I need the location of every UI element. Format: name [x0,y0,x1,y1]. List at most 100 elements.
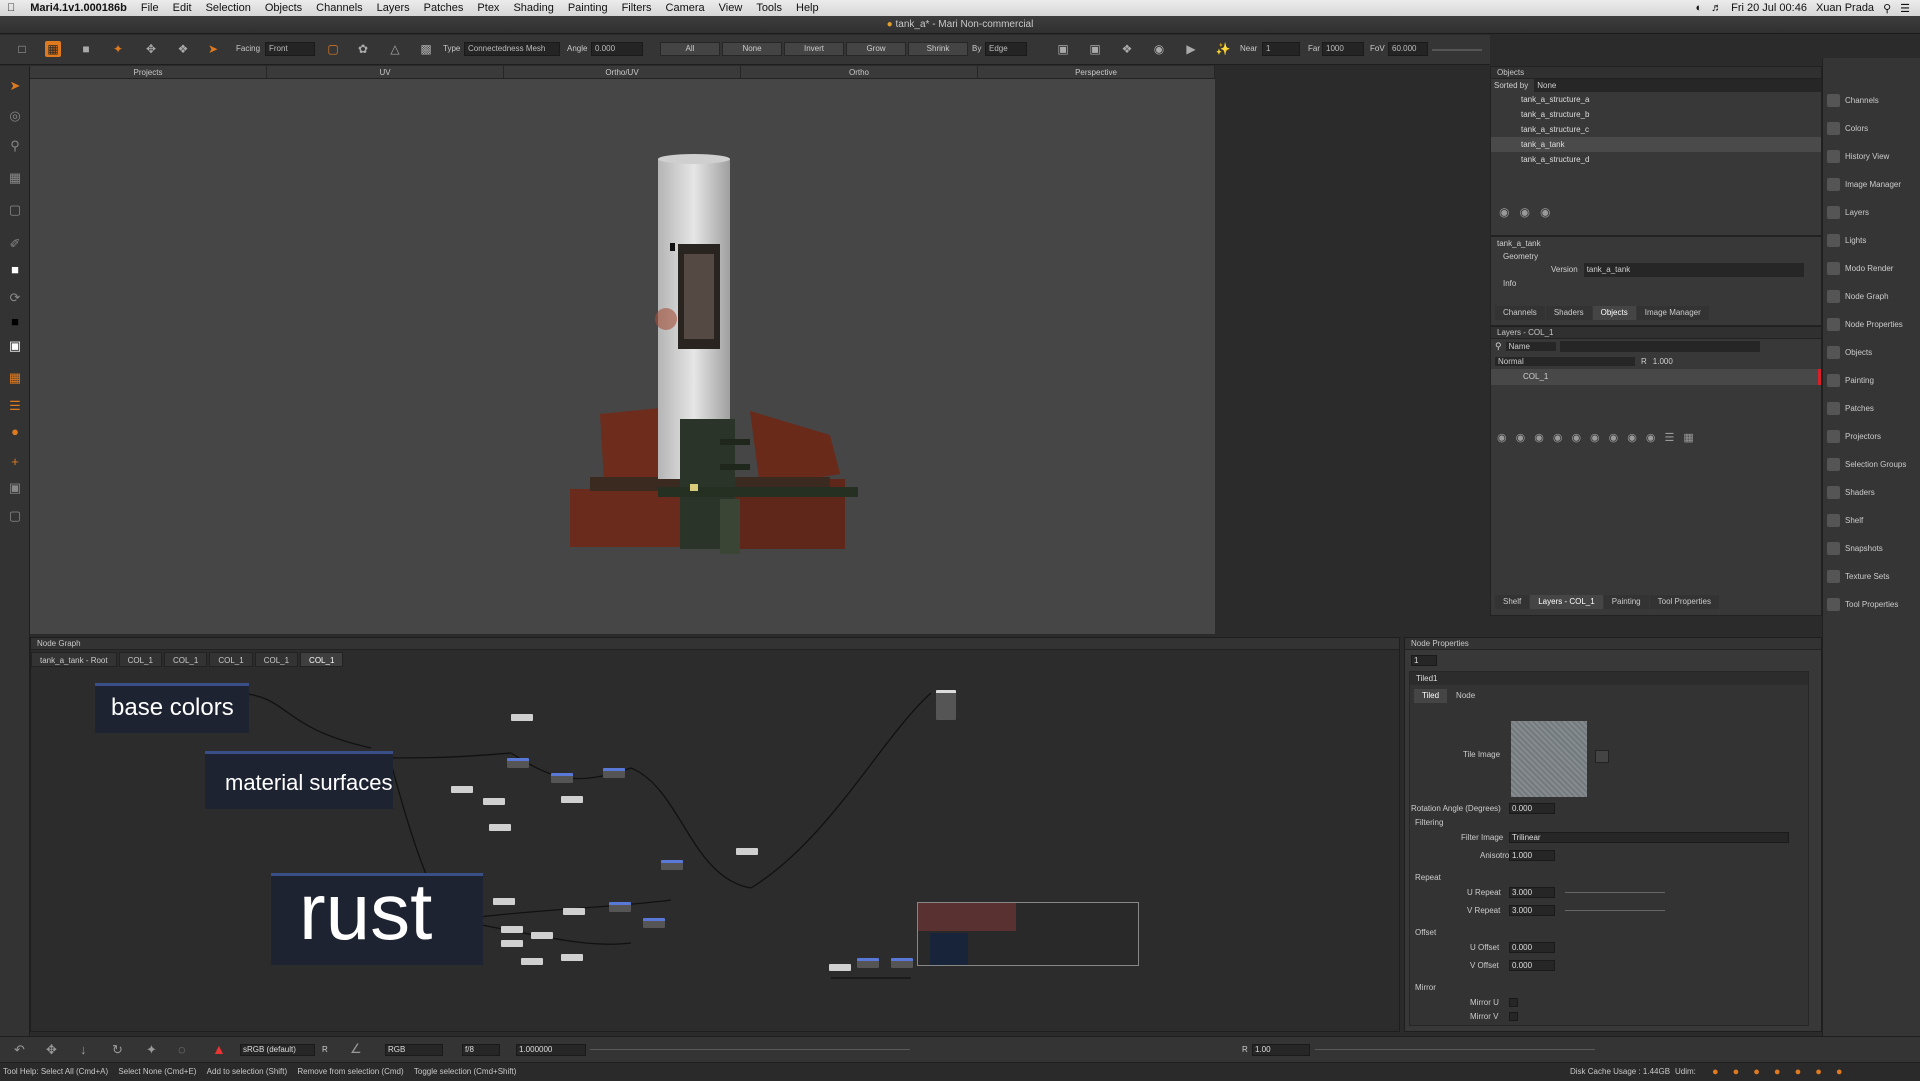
menu-ptex[interactable]: Ptex [470,2,506,14]
type-dropdown[interactable]: Connectedness Mesh [464,42,560,56]
filter-image-dropdown[interactable]: Trilinear [1509,832,1789,843]
lasso-bottom-icon[interactable]: ◌ [178,1042,186,1057]
tab-ortho-uv[interactable]: Ortho/UV [504,66,741,78]
tab-shelf[interactable]: Shelf [1495,595,1530,609]
list-icon[interactable]: ☰ [1900,2,1910,15]
graph-node[interactable] [451,786,473,793]
menu-selection[interactable]: Selection [199,2,258,14]
version-object-icon[interactable]: ◉ [1540,205,1550,219]
tab-shaders[interactable]: Shaders [1545,306,1592,320]
shelf-snapshots[interactable]: Snapshots [1827,540,1883,556]
status-icons[interactable]: ●●●●●●● [1712,1063,1857,1081]
far-field[interactable]: 1000 [1322,42,1364,56]
delete-layer-icon[interactable]: ◉ [1627,431,1637,444]
shelf-image-manager[interactable]: Image Manager [1827,176,1901,192]
shelf-painting[interactable]: Painting [1827,372,1874,388]
fov-slider[interactable] [1432,49,1482,51]
grid-view-icon[interactable]: ▦ [1683,431,1693,444]
mirror-v-checkbox[interactable] [1509,1012,1518,1021]
rotate-icon[interactable]: ↻ [112,1042,123,1058]
menu-view[interactable]: View [712,2,750,14]
select-tool-icon[interactable]: ➤ [205,41,221,57]
volume-icon[interactable]: ♬ [1711,2,1722,14]
brush-tool-icon[interactable]: ✐ [7,236,23,252]
fov-field[interactable]: 60.000 [1388,42,1428,56]
frame-tool-icon[interactable]: ▢ [7,508,23,524]
graph-node[interactable] [609,902,631,912]
wireframe-icon[interactable]: ✨ [1215,41,1231,57]
graph-node[interactable] [736,848,758,855]
gamma-field[interactable]: 1.00 [1252,1044,1310,1056]
invert-button[interactable]: Invert [784,42,844,56]
graph-node[interactable] [643,918,665,928]
node-count-field[interactable]: 1 [1411,655,1437,666]
v-repeat-field[interactable]: 3.000 [1509,905,1555,916]
gain-field[interactable]: 1.000000 [516,1044,586,1056]
search-icon[interactable]: ⚲ [1883,2,1891,15]
graph-node[interactable] [489,824,511,831]
graph-node[interactable] [829,964,851,971]
sorted-by-dropdown[interactable]: None [1534,79,1821,92]
graph-node[interactable] [483,798,505,805]
graph-node[interactable] [891,958,913,968]
menu-help[interactable]: Help [789,2,826,14]
menu-shading[interactable]: Shading [506,2,560,14]
object-mode-icon[interactable]: ✦ [110,41,126,57]
filter-dropdown[interactable]: Name [1505,341,1556,351]
procedural-icon[interactable]: ◉ [1553,431,1563,444]
fstop-field[interactable]: f/8 [462,1044,500,1056]
rotation-field[interactable]: 0.000 [1509,803,1555,814]
blend-mode-dropdown[interactable]: Normal [1495,356,1635,366]
graph-node[interactable] [501,940,523,947]
face-mode-icon[interactable]: ■ [78,41,94,57]
select-group-icon[interactable]: ❖ [175,41,191,57]
v-repeat-slider[interactable] [1565,910,1665,911]
transform-icon[interactable]: ✥ [143,41,159,57]
marquee-tool-icon[interactable]: ▢ [7,202,23,218]
repeat-section[interactable]: Repeat [1415,873,1441,882]
info-section[interactable]: Info [1491,277,1821,290]
mask-icon[interactable]: ◉ [1571,431,1581,444]
tab-painting[interactable]: Painting [1603,595,1649,609]
new-file-icon[interactable]: □ [14,41,30,57]
mirror-u-checkbox[interactable] [1509,998,1518,1007]
backdrop-base-colors[interactable]: base colors [95,683,249,733]
menu-channels[interactable]: Channels [309,2,369,14]
by-dropdown[interactable]: Edge [985,42,1027,56]
u-repeat-slider[interactable] [1565,892,1665,893]
tab-layers[interactable]: Layers - COL_1 [1530,595,1603,609]
graph-node[interactable] [521,958,543,965]
pan-icon[interactable]: ✥ [46,1042,57,1058]
menu-patches[interactable]: Patches [417,2,471,14]
shelf-selection-groups[interactable]: Selection Groups [1827,456,1906,472]
swap-swatch-icon[interactable]: ▣ [7,338,23,354]
download-icon[interactable]: ↓ [80,1042,87,1057]
u-repeat-field[interactable]: 3.000 [1509,887,1555,898]
black-swatch-icon[interactable]: ■ [7,314,23,330]
clock[interactable]: Fri 20 Jul 00:46 [1731,2,1807,14]
lasso-icon[interactable]: ✿ [355,41,371,57]
graph-node[interactable] [661,860,683,870]
geometry-section[interactable]: Geometry [1491,250,1821,263]
u-offset-field[interactable]: 0.000 [1509,942,1555,953]
select-none-button[interactable]: None [722,42,782,56]
render-icon[interactable]: ▶ [1183,41,1199,57]
frame-icon[interactable]: ❖ [1119,41,1135,57]
shelf-lights[interactable]: Lights [1827,232,1866,248]
shelf-shaders[interactable]: Shaders [1827,484,1875,500]
clone-tool-icon[interactable]: ⟳ [7,290,23,306]
graph-node[interactable] [561,954,583,961]
plus-tool-icon[interactable]: + [7,454,23,470]
object-item[interactable]: tank_a_structure_a [1491,92,1821,107]
curve-icon[interactable]: ∠ [350,1041,362,1057]
wifi-icon[interactable]: ◐ [1695,2,1702,14]
add-object-icon[interactable]: ◉ [1499,205,1509,219]
colorspace-dropdown[interactable]: sRGB (default) [240,1044,315,1056]
camera-icon[interactable]: ▣ [1087,41,1103,57]
layer-tool-icon[interactable]: ☰ [7,398,23,414]
paint-color-icon[interactable]: ■ [7,262,23,278]
patch-mode-icon[interactable]: ▦ [45,41,61,57]
snapshot-tool-icon[interactable]: ▣ [7,480,23,496]
object-item[interactable]: tank_a_structure_c [1491,122,1821,137]
undo-icon[interactable]: ↶ [14,1042,25,1058]
